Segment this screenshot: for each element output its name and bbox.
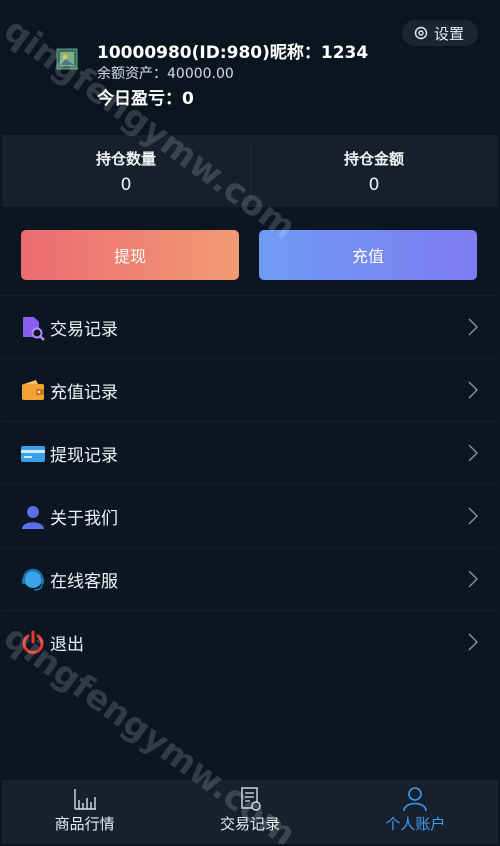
trade-record-icon xyxy=(23,317,45,341)
position-amount-stat: 持仓金额 0 xyxy=(250,135,498,207)
gear-icon xyxy=(414,26,428,40)
chevron-right-icon xyxy=(468,318,478,336)
menu-item-label: 提现记录 xyxy=(50,445,118,466)
position-quantity-stat: 持仓数量 0 xyxy=(2,135,250,207)
menu-item-label: 关于我们 xyxy=(50,508,118,529)
settings-button[interactable]: 设置 xyxy=(401,20,478,46)
tab-market[interactable]: 商品行情 xyxy=(2,780,167,844)
menu-item-label: 充值记录 xyxy=(50,382,118,403)
account-menu: 交易记录 充值记录 提现记录 关于我们 在线客服 退出 xyxy=(2,295,498,673)
settings-label: 设置 xyxy=(433,24,464,43)
chevron-right-icon xyxy=(468,570,478,588)
chevron-right-icon xyxy=(468,507,478,525)
account-header: 设置 10000980(ID:980)昵称：1234 余额资产：40000.00… xyxy=(2,2,498,135)
stat-value: 0 xyxy=(368,175,380,195)
menu-item-label: 在线客服 xyxy=(50,571,118,592)
position-stats: 持仓数量 0 持仓金额 0 xyxy=(2,135,498,207)
tab-label: 个人账户 xyxy=(385,815,446,833)
card-icon xyxy=(21,446,45,462)
balance-assets: 余额资产：40000.00 xyxy=(97,66,234,82)
document-icon xyxy=(241,787,261,811)
user-id-nickname: 10000980(ID:980)昵称：1234 xyxy=(97,43,369,63)
menu-item-online-support[interactable]: 在线客服 xyxy=(2,547,498,610)
power-icon xyxy=(22,630,44,654)
support-icon xyxy=(22,568,44,591)
tab-label: 商品行情 xyxy=(54,815,115,833)
menu-item-label: 退出 xyxy=(50,634,84,655)
avatar xyxy=(56,48,78,70)
chevron-right-icon xyxy=(468,633,478,651)
action-buttons: 提现 充值 xyxy=(2,207,498,295)
wallet-icon xyxy=(22,380,44,400)
user-icon xyxy=(22,506,44,529)
menu-item-withdraw-records[interactable]: 提现记录 xyxy=(2,421,498,484)
recharge-button[interactable]: 充值 xyxy=(259,230,477,280)
chevron-right-icon xyxy=(468,444,478,462)
tab-personal-account[interactable]: 个人账户 xyxy=(333,780,498,844)
bottom-tab-bar: 商品行情 交易记录 个人账户 xyxy=(2,780,498,844)
tab-trade-records[interactable]: 交易记录 xyxy=(167,780,332,844)
stat-label: 持仓金额 xyxy=(343,150,404,168)
today-pnl: 今日盈亏：0 xyxy=(97,89,194,109)
menu-item-logout[interactable]: 退出 xyxy=(2,610,498,673)
chevron-right-icon xyxy=(468,381,478,399)
account-page: 设置 10000980(ID:980)昵称：1234 余额资产：40000.00… xyxy=(2,2,498,844)
chart-icon xyxy=(73,789,96,810)
withdraw-button[interactable]: 提现 xyxy=(21,230,239,280)
menu-item-recharge-records[interactable]: 充值记录 xyxy=(2,358,498,421)
stat-label: 持仓数量 xyxy=(95,150,156,168)
tab-label: 交易记录 xyxy=(219,815,280,833)
menu-item-label: 交易记录 xyxy=(50,319,118,340)
menu-item-trade-records[interactable]: 交易记录 xyxy=(2,295,498,358)
menu-item-about-us[interactable]: 关于我们 xyxy=(2,484,498,547)
user-icon xyxy=(403,787,428,812)
stat-value: 0 xyxy=(120,175,132,195)
